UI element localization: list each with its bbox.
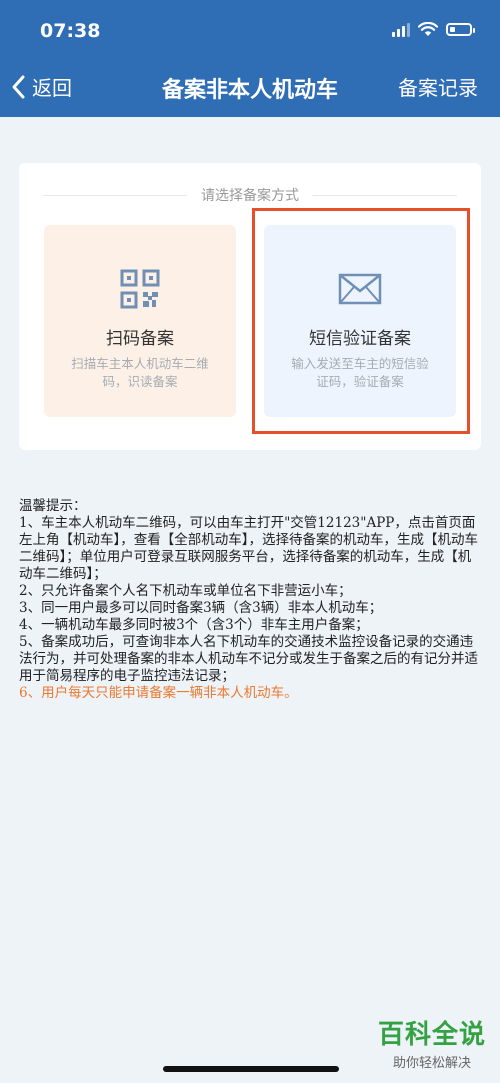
watermark-main: 百科全说 [377,1020,486,1050]
tip-item-highlight: 6、用户每天只能申请备案一辆非本人机动车。 [19,685,298,701]
app-header: 07:38 返回 备案非本人机动车 备案记录 [0,0,500,117]
method-prompt-text: 请选择备案方式 [201,188,299,204]
tips-heading: 温馨提示： [19,498,87,514]
method-card: 请选择备案方式 扫码备案 扫描车主本人机动车二维码，识读备案 短信验证备案 输入… [19,163,481,450]
sms-verify-title: 短信验证备案 [309,329,411,349]
sms-verify-option[interactable]: 短信验证备案 输入发送至车主的短信验证码，验证备案 [264,225,456,417]
sms-verify-desc: 输入发送至车主的短信验证码，验证备案 [291,356,429,389]
scan-qr-option[interactable]: 扫码备案 扫描车主本人机动车二维码，识读备案 [44,225,236,417]
envelope-icon [338,273,382,305]
tip-item: 1、车主本人机动车二维码，可以由车主打开"交管12123"APP，点击首页面左上… [19,515,478,582]
status-time: 07:38 [40,20,101,42]
scan-qr-title: 扫码备案 [106,329,174,349]
back-label: 返回 [32,76,72,100]
battery-icon [446,23,475,36]
chevron-left-icon [12,75,25,98]
wifi-icon [418,22,438,36]
cellular-signal-icon [392,22,410,37]
tip-item: 4、一辆机动车最多同时被3个（含3个）非车主用户备案； [19,617,369,633]
tip-item: 2、只允许备案个人名下机动车或单位名下非营运小车； [19,583,352,599]
scan-qr-desc: 扫描车主本人机动车二维码，识读备案 [71,356,209,389]
home-indicator[interactable] [163,1066,339,1072]
divider-right [313,194,457,196]
tips-section: 温馨提示： 1、车主本人机动车二维码，可以由车主打开"交管12123"APP，点… [19,498,483,702]
watermark-sub: 助你轻松解决 [392,1056,471,1071]
tip-item: 5、备案成功后，可查询非本人名下机动车的交通技术监控设备记录的交通违法行为，并可… [19,634,478,684]
divider-left [43,194,187,196]
back-button[interactable]: 返回 [10,72,72,101]
method-prompt: 请选择备案方式 [43,185,457,205]
qr-code-icon [120,269,160,309]
watermark-logo: 百科全说 助你轻松解决 [372,1020,492,1071]
tip-item: 3、同一用户最多可以同时备案3辆（含3辆）非本人机动车； [19,600,383,616]
status-icons [392,22,475,37]
records-button[interactable]: 备案记录 [398,72,478,101]
